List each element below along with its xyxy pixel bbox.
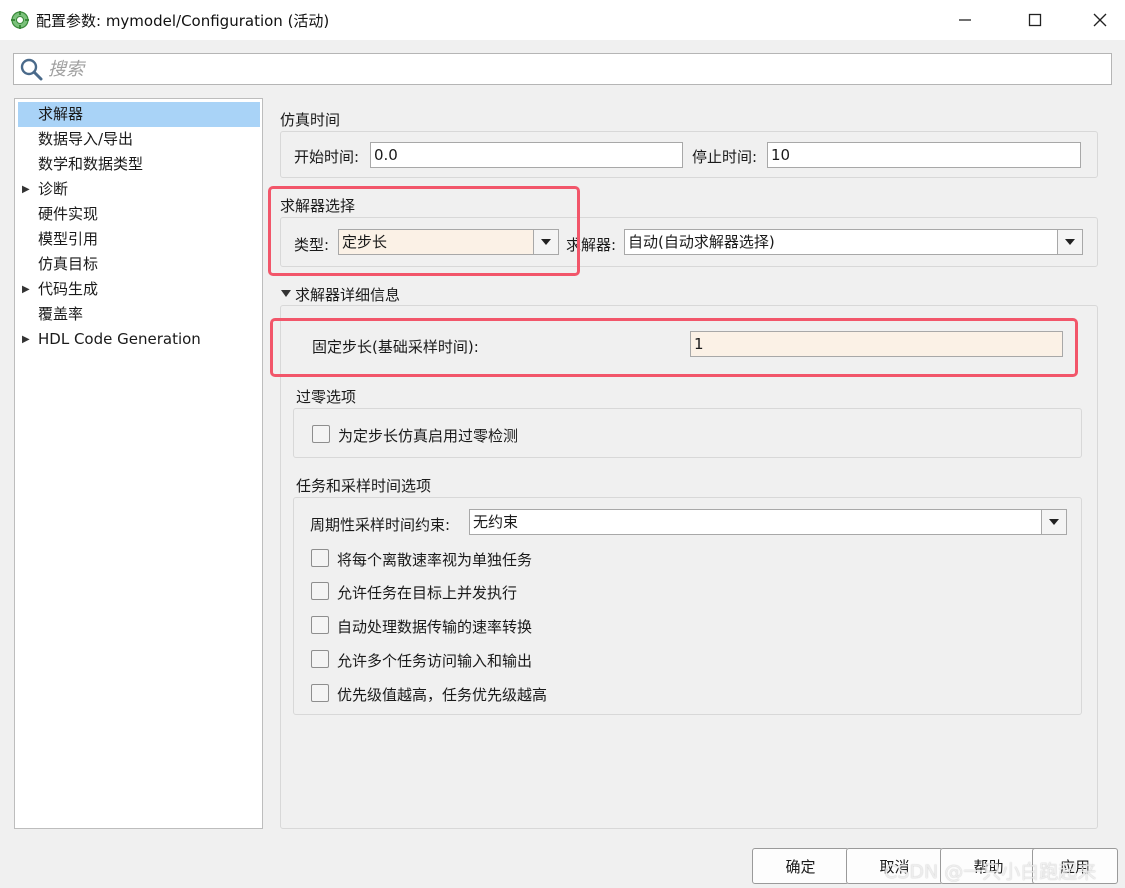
- tree-item-solver[interactable]: 求解器: [18, 102, 260, 127]
- tasking-option-label: 允许多个任务访问输入和输出: [337, 652, 533, 670]
- start-time-label: 开始时间:: [294, 148, 360, 166]
- tree-item-label: 求解器: [38, 105, 84, 123]
- solver-value: 自动(自动求解器选择): [628, 233, 775, 251]
- search-icon: [20, 58, 43, 81]
- maximize-button[interactable]: [1012, 0, 1058, 40]
- dropdown-button[interactable]: [1057, 229, 1083, 255]
- search-input[interactable]: [48, 57, 1098, 81]
- tasking-option-checkbox-5[interactable]: [311, 684, 329, 702]
- zero-crossing-label: 为定步长仿真启用过零检测: [338, 427, 519, 445]
- stop-time-input[interactable]: 10: [767, 142, 1081, 168]
- sample-time-constraint-label: 周期性采样时间约束:: [310, 516, 451, 534]
- sample-time-constraint-value: 无约束: [473, 513, 519, 531]
- search-box[interactable]: [13, 53, 1112, 85]
- tree-item-label: 覆盖率: [38, 305, 84, 323]
- minimize-button[interactable]: [942, 0, 988, 40]
- tree-item-code-generation[interactable]: ▶ 代码生成: [18, 277, 260, 302]
- tasking-option-label: 允许任务在目标上并发执行: [337, 584, 518, 602]
- tasking-option-label: 自动处理数据传输的速率转换: [337, 618, 533, 636]
- tree-item-label: 仿真目标: [38, 255, 99, 273]
- annotation-frame-fixed-step: [270, 318, 1078, 377]
- chevron-down-icon: [1065, 239, 1075, 245]
- tree-item-hardware[interactable]: 硬件实现: [18, 202, 260, 227]
- expand-arrow-icon[interactable]: ▶: [22, 177, 30, 202]
- title-bar: 配置参数: mymodel/Configuration (活动): [0, 0, 1125, 40]
- tree-item-coverage[interactable]: 覆盖率: [18, 302, 260, 327]
- tree-item-label: 数据导入/导出: [38, 130, 134, 148]
- tasking-option-checkbox-3[interactable]: [311, 616, 329, 634]
- tree-item-model-reference[interactable]: 模型引用: [18, 227, 260, 252]
- watermark: CSDN @一只小白跑起来: [884, 861, 1097, 883]
- simulink-app-icon: [11, 11, 29, 29]
- stop-time-label: 停止时间:: [692, 148, 758, 166]
- close-icon: [1093, 13, 1107, 27]
- maximize-icon: [1028, 13, 1042, 27]
- tasking-option-label: 优先级值越高，任务优先级越高: [337, 686, 548, 704]
- collapse-arrow-icon[interactable]: [281, 290, 291, 297]
- tree-item-label: 模型引用: [38, 230, 99, 248]
- start-time-input[interactable]: 0.0: [370, 142, 683, 168]
- category-tree[interactable]: 求解器 数据导入/导出 数学和数据类型 ▶ 诊断 硬件实现 模型引用 仿真目标 …: [14, 98, 263, 829]
- close-button[interactable]: [1077, 0, 1123, 40]
- tasking-option-checkbox-1[interactable]: [311, 549, 329, 567]
- minimize-icon: [959, 19, 971, 21]
- sim-time-title: 仿真时间: [280, 111, 341, 129]
- tree-item-label: HDL Code Generation: [38, 330, 201, 348]
- solver-select[interactable]: 自动(自动求解器选择): [624, 229, 1083, 255]
- tasking-title: 任务和采样时间选项: [296, 477, 432, 495]
- tree-item-hdl-code-generation[interactable]: ▶ HDL Code Generation: [18, 327, 260, 352]
- tree-item-label: 诊断: [38, 180, 69, 198]
- solver-details-title: 求解器详细信息: [295, 286, 401, 304]
- tree-item-label: 硬件实现: [38, 205, 99, 223]
- window-title: 配置参数: mymodel/Configuration (活动): [36, 12, 330, 30]
- chevron-down-icon: [1049, 519, 1059, 525]
- expand-arrow-icon[interactable]: ▶: [22, 327, 30, 352]
- tree-item-sim-target[interactable]: 仿真目标: [18, 252, 260, 277]
- tasking-option-label: 将每个离散速率视为单独任务: [337, 551, 533, 569]
- dropdown-button[interactable]: [1041, 509, 1067, 535]
- ok-button[interactable]: 确定: [752, 848, 849, 884]
- expand-arrow-icon[interactable]: ▶: [22, 277, 30, 302]
- tree-item-data-import-export[interactable]: 数据导入/导出: [18, 127, 260, 152]
- tree-item-label: 代码生成: [38, 280, 99, 298]
- sample-time-constraint-select[interactable]: 无约束: [469, 509, 1067, 535]
- tree-item-math-data-types[interactable]: 数学和数据类型: [18, 152, 260, 177]
- tasking-option-checkbox-4[interactable]: [311, 650, 329, 668]
- tree-item-label: 数学和数据类型: [38, 155, 144, 173]
- zero-crossing-title: 过零选项: [296, 388, 357, 406]
- tree-item-diagnostics[interactable]: ▶ 诊断: [18, 177, 260, 202]
- zero-crossing-checkbox[interactable]: [312, 425, 330, 443]
- annotation-frame-solver-select: [268, 186, 580, 276]
- tasking-option-checkbox-2[interactable]: [311, 582, 329, 600]
